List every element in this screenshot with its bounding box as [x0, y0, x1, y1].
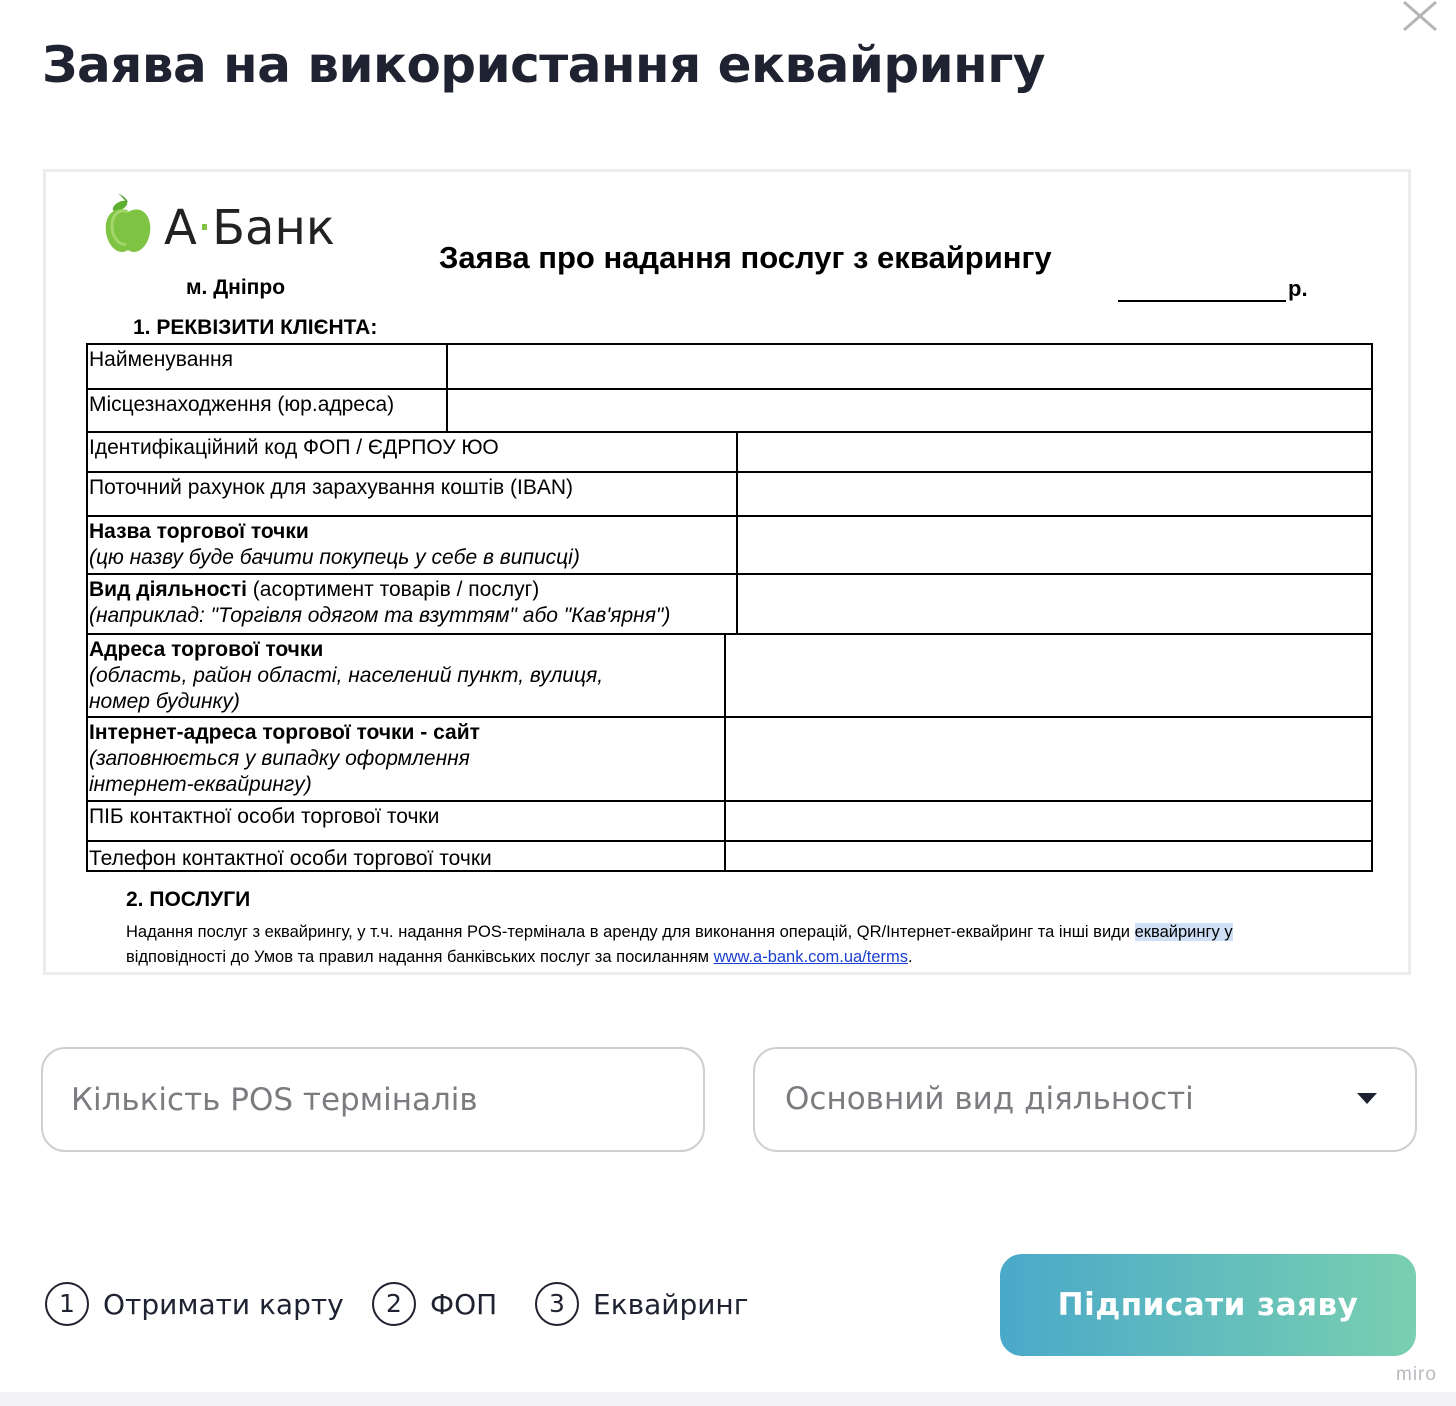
activity-select[interactable]: Основний вид діяльності — [753, 1047, 1417, 1152]
table-row: Інтернет-адреса торгової точки - сайт (з… — [88, 716, 1371, 800]
table-row: Найменування — [88, 345, 1371, 388]
date-field: р. — [1118, 276, 1308, 302]
chevron-down-icon[interactable] — [1357, 1093, 1377, 1104]
activity-select-placeholder: Основний вид діяльності — [785, 1081, 1194, 1117]
terms-link[interactable]: www.a-bank.com.ua/terms — [714, 948, 908, 966]
document-title: Заява про надання послуг з еквайрингу — [439, 240, 1052, 275]
row-label: Вид діяльності (асортимент товарів / пос… — [89, 578, 671, 627]
step-number: 1 — [45, 1282, 89, 1326]
close-icon[interactable] — [1398, 0, 1442, 34]
bottom-bar — [0, 1392, 1456, 1406]
section-2-title: 2. ПОСЛУГИ — [126, 888, 251, 911]
row-label: Телефон контактної особи торгової точки — [89, 847, 492, 870]
row-label: Інтернет-адреса торгової точки - сайт (з… — [89, 721, 480, 796]
step-label: ФОП — [430, 1288, 498, 1321]
table-row: Адреса торгової точки (область, район об… — [88, 633, 1371, 716]
table-row: Назва торгової точки (цю назву буде бачи… — [88, 515, 1371, 573]
section-1-title: 1. РЕКВІЗИТИ КЛІЄНТА: — [133, 316, 378, 339]
step-number: 2 — [372, 1282, 416, 1326]
table-row: Телефон контактної особи торгової точки — [88, 840, 1371, 872]
pos-count-input[interactable] — [71, 1049, 671, 1150]
row-label: Ідентифікаційний код ФОП / ЄДРПОУ ЮО — [89, 436, 499, 459]
city-label: м. Дніпро — [186, 276, 286, 299]
step-label: Еквайринг — [593, 1288, 749, 1321]
row-label: Поточний рахунок для зарахування коштів … — [89, 476, 574, 499]
miro-watermark: miro — [1396, 1364, 1437, 1385]
table-row: Ідентифікаційний код ФОП / ЄДРПОУ ЮО — [88, 431, 1371, 471]
apple-icon — [105, 194, 151, 252]
step-number: 3 — [535, 1282, 579, 1326]
row-label: Назва торгової точки (цю назву буде бачи… — [89, 520, 580, 569]
table-row: Поточний рахунок для зарахування коштів … — [88, 471, 1371, 515]
services-paragraph: Надання послуг з еквайрингу, у т.ч. нада… — [126, 923, 1233, 966]
table-row: ПІБ контактної особи торгової точки — [88, 800, 1371, 840]
table-row: Місцезнаходження (юр.адреса) — [88, 388, 1371, 431]
step-label: Отримати карту — [103, 1288, 344, 1321]
client-details-table: Найменування Місцезнаходження (юр.адреса… — [86, 343, 1373, 872]
table-row: Вид діяльності (асортимент товарів / пос… — [88, 573, 1371, 633]
modal-title: Заява на використання еквайрингу — [42, 36, 1045, 94]
pos-count-field[interactable] — [41, 1047, 705, 1152]
row-label: Адреса торгової точки (область, район об… — [89, 638, 604, 713]
row-label: Найменування — [89, 348, 233, 371]
application-document-preview: А·Банк м. Дніпро Заява про надання послу… — [43, 169, 1411, 975]
bank-logo: А·Банк — [104, 194, 364, 264]
row-label: ПІБ контактної особи торгової точки — [89, 805, 440, 828]
sign-application-button[interactable]: Підписати заяву — [1000, 1254, 1416, 1356]
logo-wordmark: А·Банк — [164, 200, 335, 256]
row-label: Місцезнаходження (юр.адреса) — [89, 393, 395, 416]
